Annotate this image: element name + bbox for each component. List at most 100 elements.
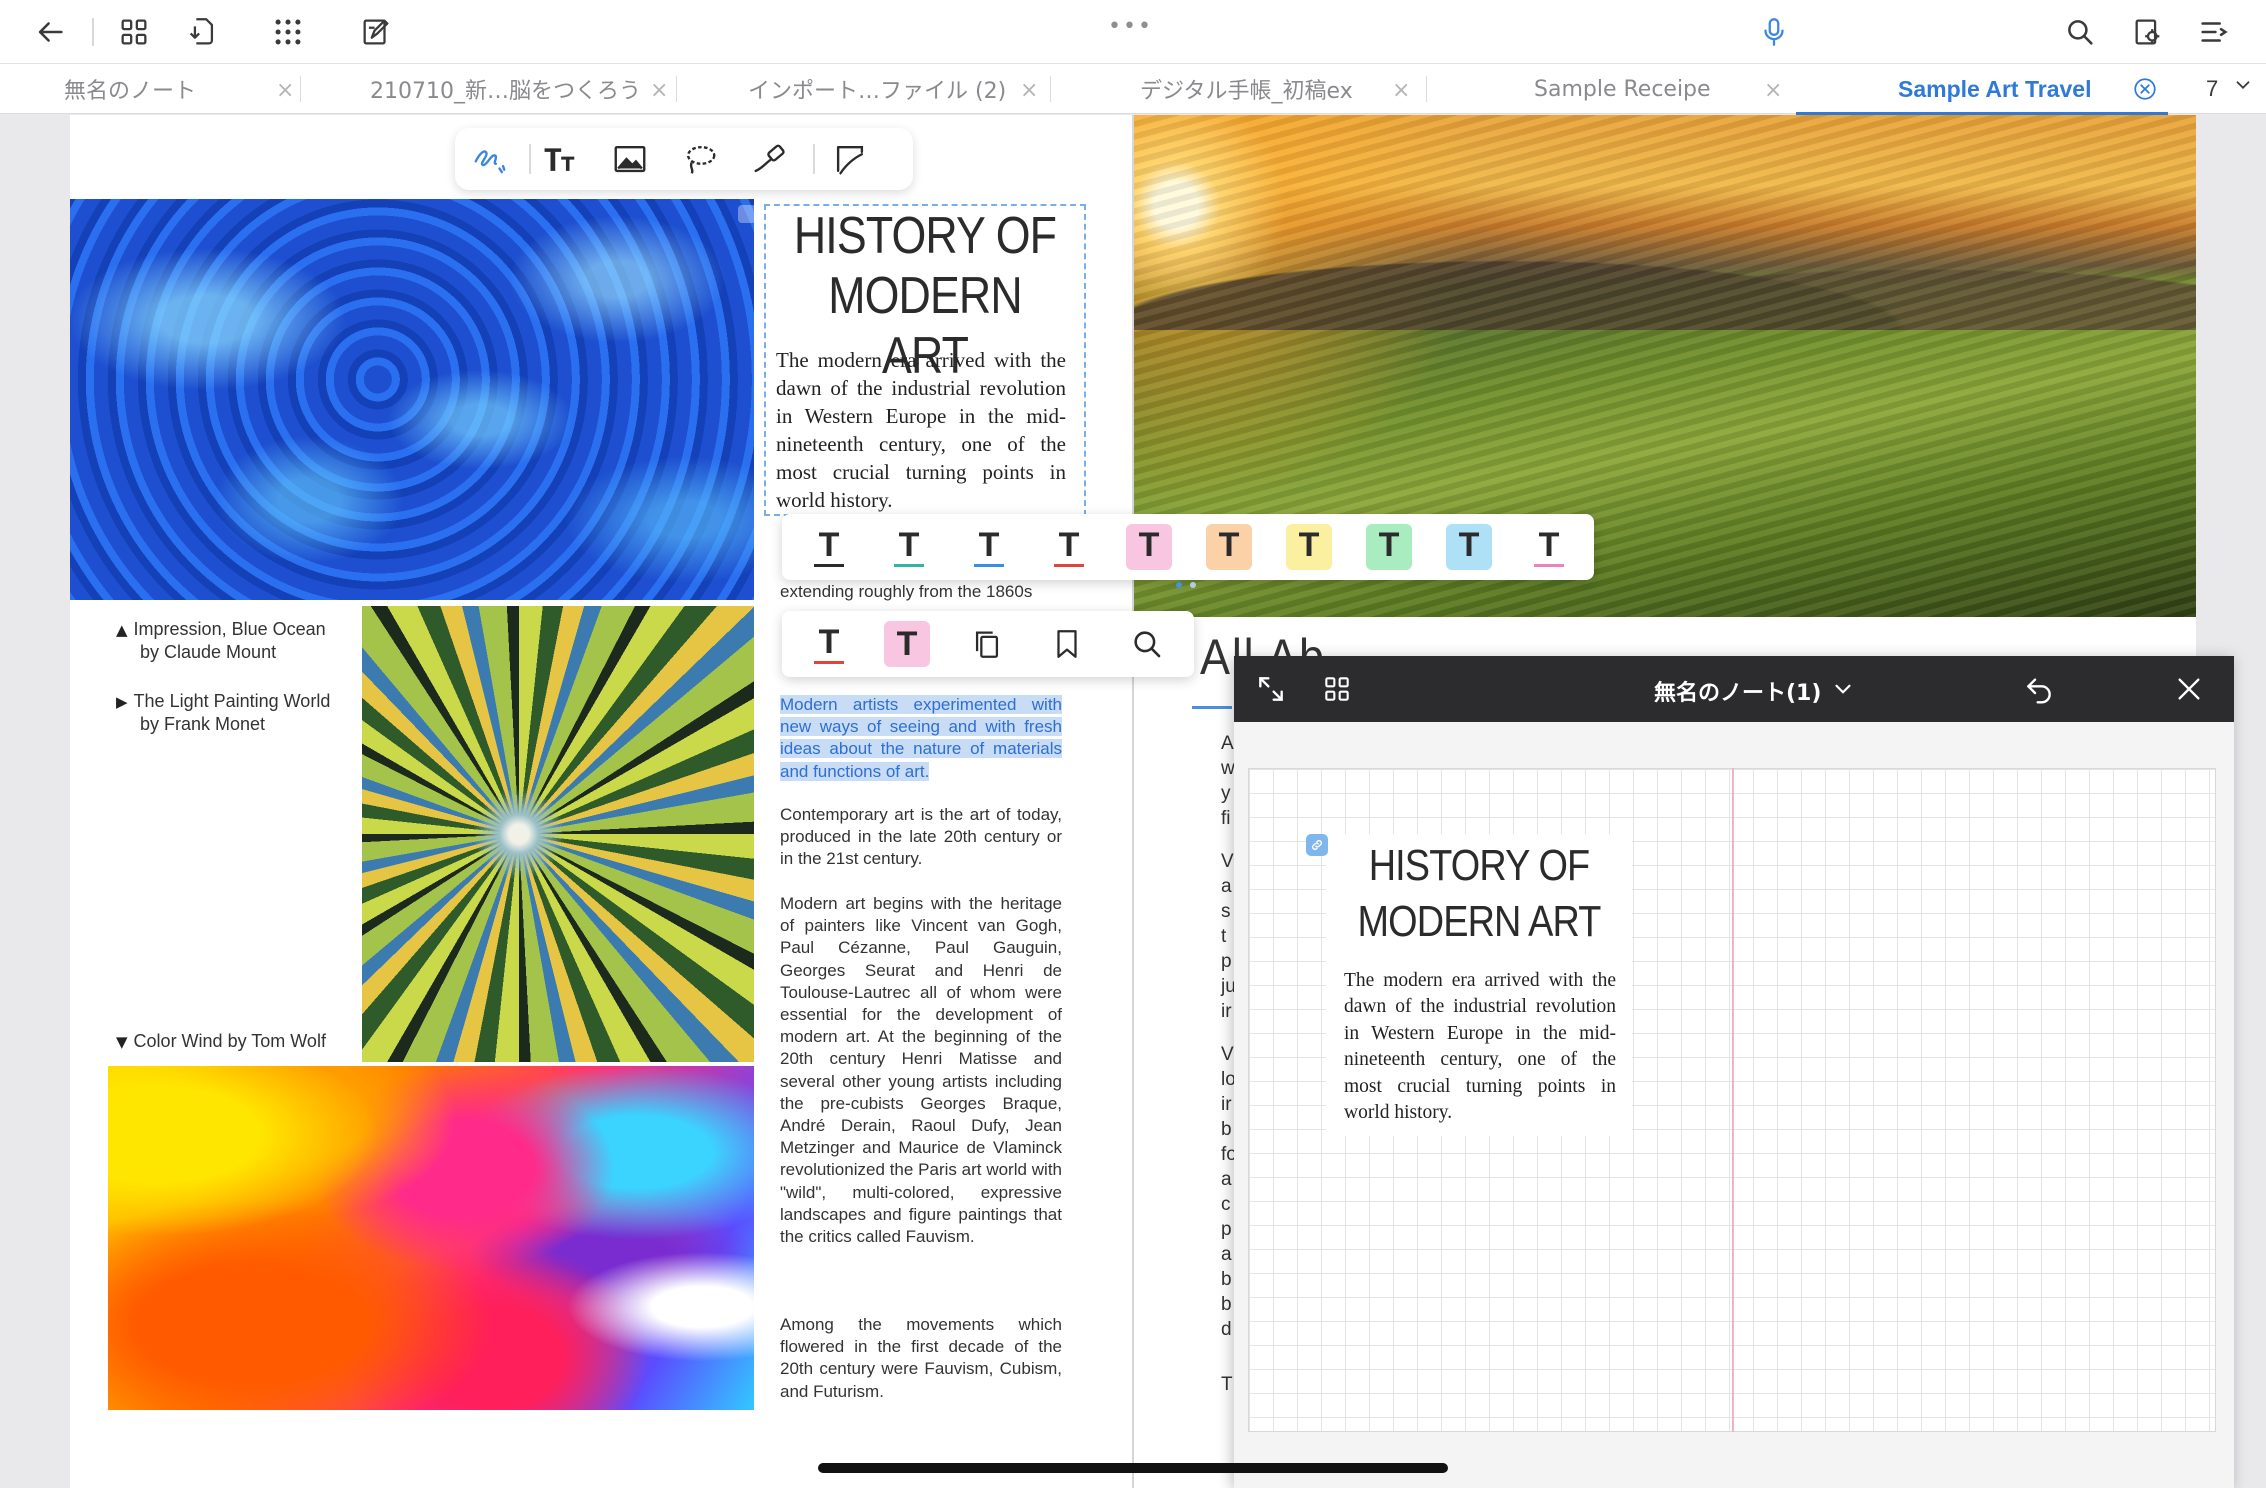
selected-text[interactable]: Modern artists experimented with new way… [780,695,1062,781]
artwork-blue-ocean-image[interactable] [70,199,754,600]
page-dot [1176,582,1182,588]
caption-color-wind: ▼ Color Wind by Tom Wolf [116,1030,326,1053]
search-icon[interactable] [1124,621,1170,667]
tab-close-icon[interactable]: × [276,78,294,103]
tab-close-icon[interactable]: × [1020,78,1038,103]
tab-sample-art-travel[interactable]: Sample Art Travel [1796,64,2168,115]
pasted-title: HISTORY OF MODERN ART [1357,841,1601,946]
tab-divider [1426,76,1427,102]
text-style-line [1454,564,1484,567]
tab-divider [1050,76,1051,102]
tab-210710[interactable]: 210710_新…脳をつくろう × [370,64,677,114]
paragraph-modern-art: Modern art begins with the heritage of p… [780,894,1062,1247]
panel-title[interactable]: 無名のノート(1) [1654,675,1821,707]
caption-line: Impression, Blue Ocean [133,619,326,639]
expand-icon[interactable] [1248,666,1294,712]
lasso-tool-icon[interactable] [677,136,723,182]
toolbar-separator [92,18,94,46]
page-settings-icon[interactable] [2126,10,2170,54]
tab-label: 無名のノート [64,79,197,104]
undo-icon[interactable] [2016,666,2062,712]
tab-close-icon[interactable]: × [1764,78,1782,103]
text-style-glyph: T [1138,525,1160,564]
text-style-glyph: T [978,525,1000,564]
grid-view-icon[interactable] [112,10,156,54]
text-style-underline-black[interactable]: T [806,524,852,570]
tab-close-icon[interactable]: × [650,78,668,103]
microphone-icon[interactable] [1752,10,1796,54]
text-style-underline-pink[interactable]: T [1526,524,1572,570]
text-style-line [1374,564,1404,567]
tab-divider [676,76,677,102]
apps-icon[interactable] [266,10,310,54]
floating-notebook-panel[interactable]: 無名のノート(1) HISTORY OF MODERN ART The mode… [1234,656,2234,1488]
text-style-underline-red[interactable]: T [1046,524,1092,570]
text-style-highlight-yellow[interactable]: T [1286,524,1332,570]
caption-marker: ▶ [116,693,128,711]
strip-page-indicator [1176,582,1216,590]
tab-label: デジタル手帳_初稿ex [1140,79,1353,104]
bookmark-icon[interactable] [1044,621,1090,667]
action-glyph: T [818,622,840,661]
tab-count[interactable]: 7 [2206,76,2218,102]
tab-close-icon[interactable]: × [1392,78,1410,103]
link-icon[interactable] [1306,834,1328,856]
tab-label: 210710_新…脳をつくろう [370,79,641,104]
text-style-underline-blue[interactable]: T [966,524,1012,570]
laser-pointer-icon[interactable] [747,136,793,182]
text-style-highlight-blue[interactable]: T [1446,524,1492,570]
link-icon[interactable] [738,205,756,223]
pen-tool-icon[interactable] [467,136,513,182]
chevron-down-icon[interactable] [1830,676,1856,702]
text-style-glyph: T [818,525,840,564]
text-tool-icon[interactable] [537,136,583,182]
caption-marker: ▲ [116,621,128,639]
text-style-highlight-orange[interactable]: T [1206,524,1252,570]
page-dot [1190,582,1196,588]
panel-header: 無名のノート(1) [1234,656,2234,722]
caption-light-painting: ▶ The Light Painting World by Frank Monet [116,690,330,735]
grid-view-icon[interactable] [1314,666,1360,712]
active-tab-close-icon[interactable] [2132,76,2158,102]
intro-paragraph: The modern era arrived with the dawn of … [776,348,1066,512]
palette-separator [813,144,815,174]
artwork-color-wind-image[interactable] [108,1066,754,1410]
close-icon[interactable] [2166,666,2212,712]
home-indicator [818,1463,1448,1473]
text-style-line [1134,564,1164,567]
text-style-underline-teal[interactable]: T [886,524,932,570]
tab-sample-receipe[interactable]: Sample Receipe × [1534,64,1794,114]
image-tool-icon[interactable] [607,136,653,182]
search-icon[interactable] [2058,10,2102,54]
shape-tool-icon[interactable] [827,136,873,182]
copy-icon[interactable] [964,621,1010,667]
paragraph-contemporary: Contemporary art is the art of today, pr… [780,805,1062,869]
text-style-strip: T T T T T T T T T T [782,514,1594,580]
text-style-highlight-pink[interactable]: T [1126,524,1172,570]
artwork-light-painting-image[interactable] [362,606,754,1062]
paragraph-movements: Among the movements which flowered in th… [780,1315,1062,1401]
text-style-glyph: T [1458,525,1480,564]
more-options-dots[interactable]: ••• [1108,14,1153,39]
text-style-glyph: T [1058,525,1080,564]
back-arrow-icon[interactable] [28,10,72,54]
text-style-glyph: T [1218,525,1240,564]
tab-digital-planner[interactable]: デジタル手帳_初稿ex × [1140,64,1430,114]
text-style-highlight-green[interactable]: T [1366,524,1412,570]
palette-separator [529,144,531,174]
chevron-down-icon[interactable] [2232,74,2254,96]
action-glyph: T [896,625,918,663]
edit-note-icon[interactable] [354,10,398,54]
highlight-pink-button[interactable]: T [884,621,930,667]
tool-palette [455,128,913,190]
highlighted-paragraph[interactable]: Modern artists experimented with new way… [780,694,1062,783]
action-underline [814,660,844,664]
underline-red-button[interactable]: T [806,621,852,667]
outline-menu-icon[interactable] [2192,10,2236,54]
text-style-glyph: T [1538,525,1560,564]
tab-untitled-note[interactable]: 無名のノート × [64,64,304,114]
text-style-line [974,563,1004,567]
tab-import-files[interactable]: インポート…ファイル (2) × [748,64,1051,114]
export-icon[interactable] [180,10,224,54]
text-style-glyph: T [1298,525,1320,564]
